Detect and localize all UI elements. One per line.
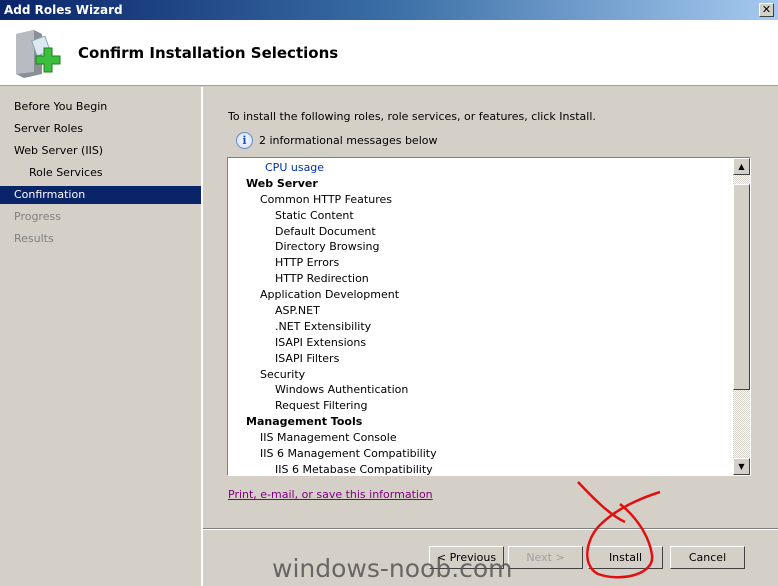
list-item: .NET Extensibility <box>275 319 372 333</box>
nav-item: Web Server (IIS) <box>14 144 104 157</box>
list-item: ISAPI Extensions <box>275 335 367 349</box>
list-item: Request Filtering <box>275 399 368 413</box>
list-item: Web Server <box>246 176 318 190</box>
list-link[interactable]: CPU usage <box>228 160 733 176</box>
intro-text: To install the following roles, role ser… <box>228 110 596 123</box>
nav-item: Before You Begin <box>14 100 108 113</box>
list-item: IIS 6 Metabase Compatibility <box>275 462 433 476</box>
list-item: Management Tools <box>246 415 363 429</box>
list-item: Common HTTP Features <box>260 192 392 206</box>
list-item: ASP.NET <box>275 304 320 318</box>
info-messages: i 2 informational messages below <box>236 132 437 149</box>
server-add-icon <box>16 30 61 78</box>
nav-item: Results <box>14 232 54 245</box>
page-title: Confirm Installation Selections <box>78 44 339 62</box>
window-title: Add Roles Wizard <box>4 3 123 17</box>
close-button[interactable]: ✕ <box>759 3 774 17</box>
list-item: IIS Management Console <box>260 431 397 445</box>
vertical-scrollbar[interactable]: ▲ ▼ <box>733 158 750 475</box>
info-message-text: 2 informational messages below <box>259 134 438 147</box>
list-item: Directory Browsing <box>275 240 380 254</box>
install-button[interactable]: Install <box>588 546 663 569</box>
wizard-nav: Before You Begin Server Roles Web Server (… <box>0 87 203 586</box>
wizard-header: Confirm Installation Selections <box>0 20 778 86</box>
list-item: IIS 6 Management Compatibility <box>260 447 437 461</box>
list-item: Windows Authentication <box>275 383 409 397</box>
list-item: Security <box>260 367 306 381</box>
nav-item: Confirmation <box>0 186 201 204</box>
scroll-down-button[interactable]: ▼ <box>733 458 750 475</box>
info-icon: i <box>236 132 253 149</box>
divider <box>203 528 778 530</box>
nav-item: Progress <box>14 210 61 223</box>
nav-item: Server Roles <box>14 122 84 135</box>
list-item: HTTP Redirection <box>275 272 369 286</box>
title-bar: Add Roles Wizard ✕ <box>0 0 778 20</box>
nav-item: Role Services <box>29 166 103 179</box>
selections-list[interactable]: CPU usage Web Server Common HTTP Features S… <box>227 157 751 476</box>
scroll-thumb[interactable] <box>733 184 750 390</box>
scroll-up-button[interactable]: ▲ <box>733 158 750 175</box>
cancel-button[interactable]: Cancel <box>670 546 745 569</box>
next-button[interactable]: Next > <box>508 546 583 569</box>
list-item: Default Document <box>275 224 376 238</box>
list-item: ISAPI Filters <box>275 351 340 365</box>
list-item: Application Development <box>260 288 400 302</box>
print-save-link[interactable]: Print, e-mail, or save this information <box>228 488 433 501</box>
list-item: Static Content <box>275 208 354 222</box>
list-item: HTTP Errors <box>275 256 340 270</box>
watermark: windows-noob.com <box>272 554 513 583</box>
